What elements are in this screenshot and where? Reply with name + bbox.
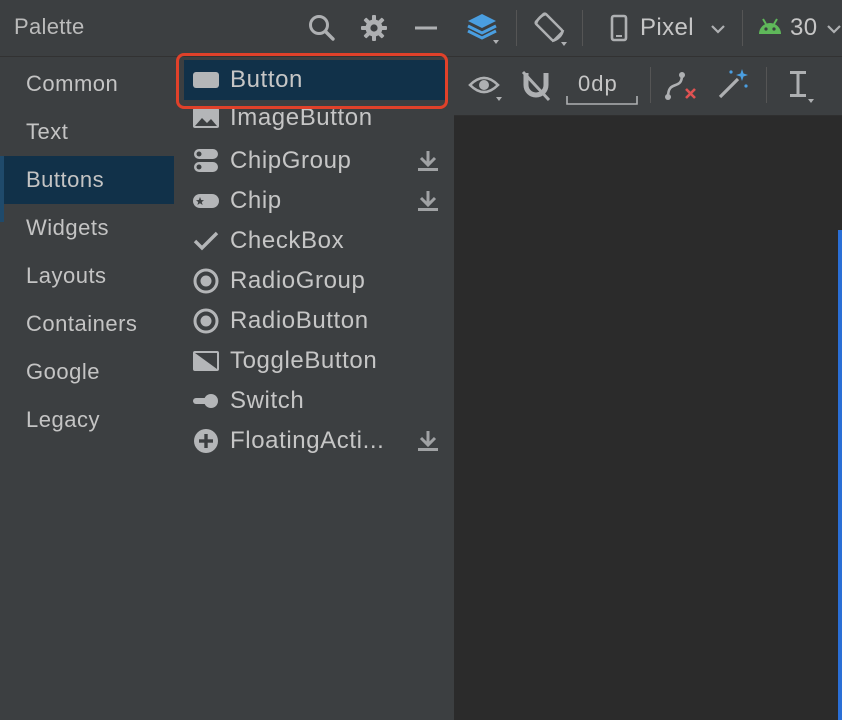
- widget-label: ToggleButton: [230, 347, 378, 374]
- checkmark-icon: [192, 229, 220, 253]
- image-button-icon: [192, 106, 220, 130]
- widget-image-button[interactable]: ImageButton: [184, 104, 446, 144]
- gear-icon[interactable]: [358, 12, 390, 44]
- widget-checkbox[interactable]: CheckBox: [184, 221, 446, 261]
- divider: [742, 10, 743, 46]
- chip-icon: [192, 189, 220, 213]
- divider: [650, 67, 651, 103]
- radio-group-icon: [192, 268, 220, 294]
- magnet-off-icon[interactable]: [520, 69, 552, 108]
- minimize-icon[interactable]: [410, 12, 442, 44]
- download-icon[interactable]: [416, 429, 440, 453]
- widget-label: ChipGroup: [230, 147, 352, 174]
- widget-label: CheckBox: [230, 227, 345, 254]
- magic-wand-icon[interactable]: [716, 67, 750, 106]
- download-icon[interactable]: [416, 149, 440, 173]
- category-google[interactable]: Google: [0, 348, 170, 396]
- layout-toolbar: 0dp: [454, 57, 842, 116]
- category-label: Layouts: [26, 263, 107, 288]
- widget-switch[interactable]: Switch: [184, 381, 446, 421]
- clear-constraints-icon[interactable]: [664, 69, 698, 108]
- api-level-selector[interactable]: 30: [790, 14, 818, 42]
- radio-button-icon: [192, 308, 220, 334]
- widget-chip-group[interactable]: ChipGroup: [184, 141, 446, 181]
- android-icon: [756, 14, 784, 43]
- palette-title: Palette: [14, 14, 85, 39]
- category-label: Buttons: [26, 167, 105, 192]
- chevron-down-icon[interactable]: [710, 22, 726, 40]
- widget-label: RadioButton: [230, 307, 369, 334]
- category-label: Containers: [26, 311, 138, 336]
- chip-group-icon: [192, 149, 220, 173]
- chevron-down-icon[interactable]: [826, 22, 842, 40]
- widget-label: Switch: [230, 387, 305, 414]
- margin-bracket: [566, 93, 638, 111]
- category-buttons[interactable]: Buttons: [0, 156, 174, 204]
- switch-icon: [192, 389, 220, 413]
- category-widgets[interactable]: Widgets: [0, 204, 170, 252]
- download-icon[interactable]: [416, 189, 440, 213]
- device-selector[interactable]: Pixel: [640, 14, 694, 42]
- widget-radio-group[interactable]: RadioGroup: [184, 261, 446, 301]
- category-text[interactable]: Text: [0, 108, 170, 156]
- search-icon[interactable]: [306, 12, 338, 44]
- category-common[interactable]: Common: [0, 60, 170, 108]
- category-label: Google: [26, 359, 100, 384]
- category-containers[interactable]: Containers: [0, 300, 170, 348]
- category-label: Common: [26, 71, 119, 96]
- widget-label: RadioGroup: [230, 267, 366, 294]
- eye-icon[interactable]: [468, 71, 504, 108]
- category-label: Legacy: [26, 407, 100, 432]
- divider: [582, 10, 583, 46]
- toggle-button-icon: [192, 349, 220, 373]
- rotate-device-icon[interactable]: [532, 10, 570, 53]
- device-frame-edge: [838, 230, 842, 720]
- design-toolbar: Pixel 30: [454, 0, 842, 57]
- device-icon: [610, 14, 628, 47]
- widget-radio-button[interactable]: RadioButton: [184, 301, 446, 341]
- widget-toggle-button[interactable]: ToggleButton: [184, 341, 446, 381]
- layers-icon[interactable]: [466, 10, 502, 51]
- category-label: Widgets: [26, 215, 109, 240]
- widget-label: FloatingActi...: [230, 427, 385, 454]
- align-icon[interactable]: [784, 69, 818, 110]
- palette-header: Palette: [0, 0, 454, 57]
- selection-highlight: [176, 53, 448, 109]
- widget-chip[interactable]: Chip: [184, 181, 446, 221]
- category-layouts[interactable]: Layouts: [0, 252, 170, 300]
- category-legacy[interactable]: Legacy: [0, 396, 170, 444]
- category-label: Text: [26, 119, 69, 144]
- divider: [766, 67, 767, 103]
- divider: [516, 10, 517, 46]
- widget-label: Chip: [230, 187, 282, 214]
- widget-floating-action-button[interactable]: FloatingActi...: [184, 421, 446, 461]
- plus-circle-icon: [192, 429, 220, 453]
- design-canvas[interactable]: [454, 116, 842, 720]
